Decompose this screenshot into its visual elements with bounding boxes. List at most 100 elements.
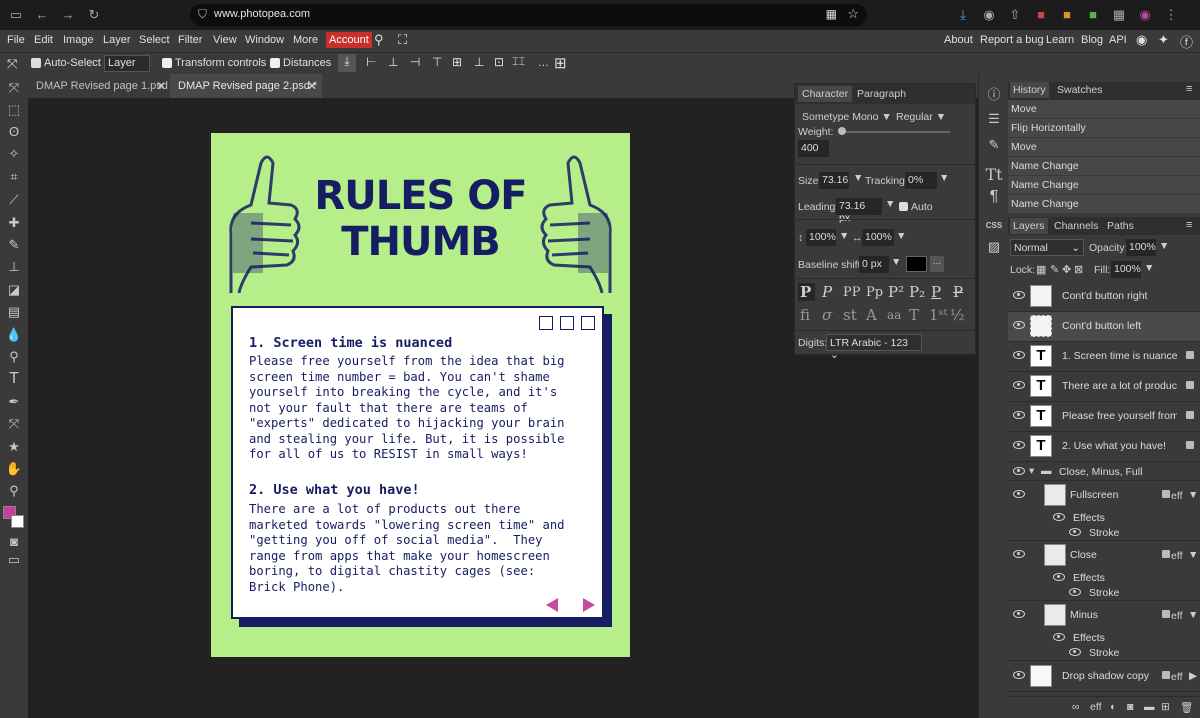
blend-mode-select[interactable]: Normal ⌄ [1010,239,1084,256]
visibility-eye-icon[interactable] [1013,467,1025,475]
layer-row[interactable]: T 1. Screen time is nuanced [1008,342,1200,372]
layer-row[interactable]: T Please free yourself from t [1008,402,1200,432]
new-layer-icon[interactable]: ⊞ [1161,701,1170,713]
marquee-tool-icon[interactable]: ⬚ [5,101,23,119]
weight-slider-handle[interactable] [838,127,846,135]
quick-mask-icon[interactable]: ◙ [5,533,23,551]
weight-slider[interactable] [840,131,950,133]
paragraph-panel-icon[interactable]: ¶ [985,188,1003,206]
character-panel-icon[interactable]: Tt [985,166,1003,184]
tab-channels[interactable]: Channels [1054,220,1098,232]
history-item[interactable]: Name Change [1008,157,1200,176]
apps-icon[interactable]: ▦ [826,7,837,21]
crop-tool-icon[interactable]: ⌗ [5,168,23,186]
subscript-icon[interactable]: P₂ [909,283,925,301]
effects-expand-icon[interactable]: ▼ [1188,489,1198,501]
fullscreen-icon[interactable]: ⛶ [398,32,407,48]
tracking-dropdown-icon[interactable]: ▼ [939,172,949,184]
lasso-tool-icon[interactable]: ʘ [5,123,23,141]
link-layers-icon[interactable]: ∞ [1072,701,1080,713]
effects-collapsed-icon[interactable]: ▶ [1189,670,1197,682]
document-canvas[interactable]: RULES OF THUMB 1. Screen time is nuanced… [211,133,630,657]
auto-leading-checkbox[interactable] [899,202,908,211]
visibility-eye-icon[interactable] [1013,490,1025,498]
zoom-tool-icon[interactable]: ⚲ [5,482,23,500]
fill-input[interactable]: 100% [1111,261,1141,278]
visibility-eye-icon[interactable] [1013,441,1025,449]
vertical-scale-dropdown-icon[interactable]: ▼ [839,230,849,242]
close-tab-icon[interactable]: ✕ [156,79,166,93]
layer-row[interactable]: Cont'd button right [1008,282,1200,312]
history-item[interactable]: Name Change [1008,195,1200,214]
visibility-eye-icon[interactable] [1013,610,1025,618]
tab-page-1[interactable]: DMAP Revised page 1.psd [28,74,170,98]
distribute-icon[interactable]: ⊡ [494,55,504,69]
group-expand-icon[interactable]: ▾ [1029,465,1034,477]
reload-icon[interactable]: ↻ [86,7,102,23]
stroke-eye-icon[interactable] [1069,528,1081,536]
effects-indicator[interactable]: eff [1171,671,1182,683]
tab-page-2[interactable]: DMAP Revised page 2.psd * [170,74,322,98]
extension-green-icon[interactable]: ■ [1085,7,1101,23]
align-middle-icon[interactable]: ⊞ [452,55,462,69]
eyedropper-icon[interactable]: ⟋ [5,191,23,209]
font-style-select[interactable]: Regular ▼ [896,111,946,123]
visibility-eye-icon[interactable] [1013,550,1025,558]
layer-row-selected[interactable]: Cont'd button left [1008,312,1200,342]
effects-indicator[interactable]: eff [1171,550,1182,562]
lock-position-icon[interactable]: ✥ [1062,263,1071,276]
shape-tool-icon[interactable]: ★ [5,438,23,456]
stroke-eye-icon[interactable] [1069,588,1081,596]
extension-icon[interactable]: ◉ [981,7,997,23]
info-icon[interactable]: ⓘ [985,86,1003,104]
align-center-icon[interactable]: ⊥ [388,55,398,69]
layer-row[interactable]: T 2. Use what you have! [1008,432,1200,462]
menu-file[interactable]: File [7,34,25,46]
healing-brush-icon[interactable]: ✚ [5,214,23,232]
horizontal-scale-input[interactable]: 100% [862,229,894,246]
star-icon[interactable]: ☆ [847,6,859,22]
visibility-eye-icon[interactable] [1013,291,1025,299]
twitter-icon[interactable]: ✦ [1158,32,1169,48]
layer-row[interactable]: Drop shadow copy eff ▶ [1008,662,1200,692]
titling-alternates-icon[interactable]: aa [887,308,901,322]
dodge-tool-icon[interactable]: ⚲ [5,348,23,366]
gradient-tool-icon[interactable]: ▤ [5,303,23,321]
fill-dropdown-icon[interactable]: ▼ [1144,262,1154,274]
path-select-icon[interactable]: ⤧ [5,415,23,433]
effects-indicator[interactable]: eff [1171,490,1182,502]
align-left-icon[interactable]: ⊢ [366,55,376,69]
distribute-spacing-icon[interactable]: ⌶⌶ [512,56,525,69]
stamp-tool-icon[interactable]: ⊥ [5,258,23,276]
menu-image[interactable]: Image [63,34,94,46]
menu-dots-icon[interactable]: ⋮ [1163,7,1179,23]
all-caps-icon[interactable]: PP [843,285,861,300]
leading-dropdown-icon[interactable]: ▼ [885,198,895,210]
type-tool-icon[interactable]: T [5,370,23,388]
baseline-shift-input[interactable]: 0 px [859,256,889,273]
transform-checkbox[interactable] [162,58,172,68]
layer-row[interactable]: Close eff ▼ Effects Stroke [1008,541,1200,601]
menu-layer[interactable]: Layer [103,34,131,46]
text-color-swatch[interactable] [906,256,927,272]
layer-mask-icon[interactable]: ◙ [1127,701,1133,713]
eraser-tool-icon[interactable]: ◪ [5,281,23,299]
lock-transparency-icon[interactable]: ▦ [1036,263,1046,276]
menu-blog[interactable]: Blog [1081,34,1103,46]
lock-all-icon[interactable]: ⊠ [1074,263,1083,276]
sidebar-icon[interactable]: ▭ [8,7,24,23]
target-select[interactable]: Layer ⌄ [104,55,150,82]
layer-row[interactable]: Minus eff ▼ Effects Stroke [1008,601,1200,661]
discretionary-ligature-icon[interactable]: st [843,306,857,324]
effects-indicator[interactable]: eff [1171,610,1182,622]
css-panel-icon[interactable]: CSS [985,217,1003,235]
delete-layer-icon[interactable]: 🗑 [1180,701,1193,714]
image-panel-icon[interactable]: ▨ [985,238,1003,256]
effects-eye-icon[interactable] [1053,513,1065,521]
account-button[interactable]: Account [326,32,372,48]
layer-effects-icon[interactable]: eff [1090,701,1101,713]
auto-select-checkbox[interactable] [31,58,41,68]
adjustment-layer-icon[interactable]: ◐ [1110,701,1116,713]
underline-icon[interactable]: P [931,283,941,301]
stroke-eye-icon[interactable] [1069,648,1081,656]
